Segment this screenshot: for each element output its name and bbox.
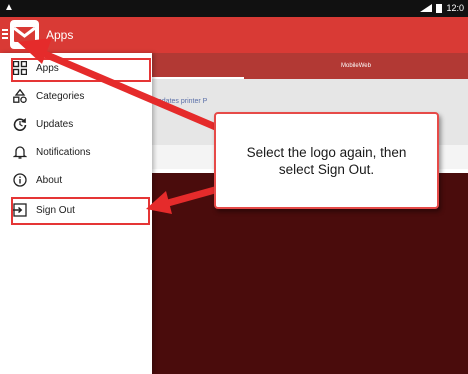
arrow-to-logo [18, 38, 229, 135]
instruction-callout: Select the logo again, then select Sign … [214, 112, 439, 209]
arrow-to-sign-out [146, 184, 226, 214]
